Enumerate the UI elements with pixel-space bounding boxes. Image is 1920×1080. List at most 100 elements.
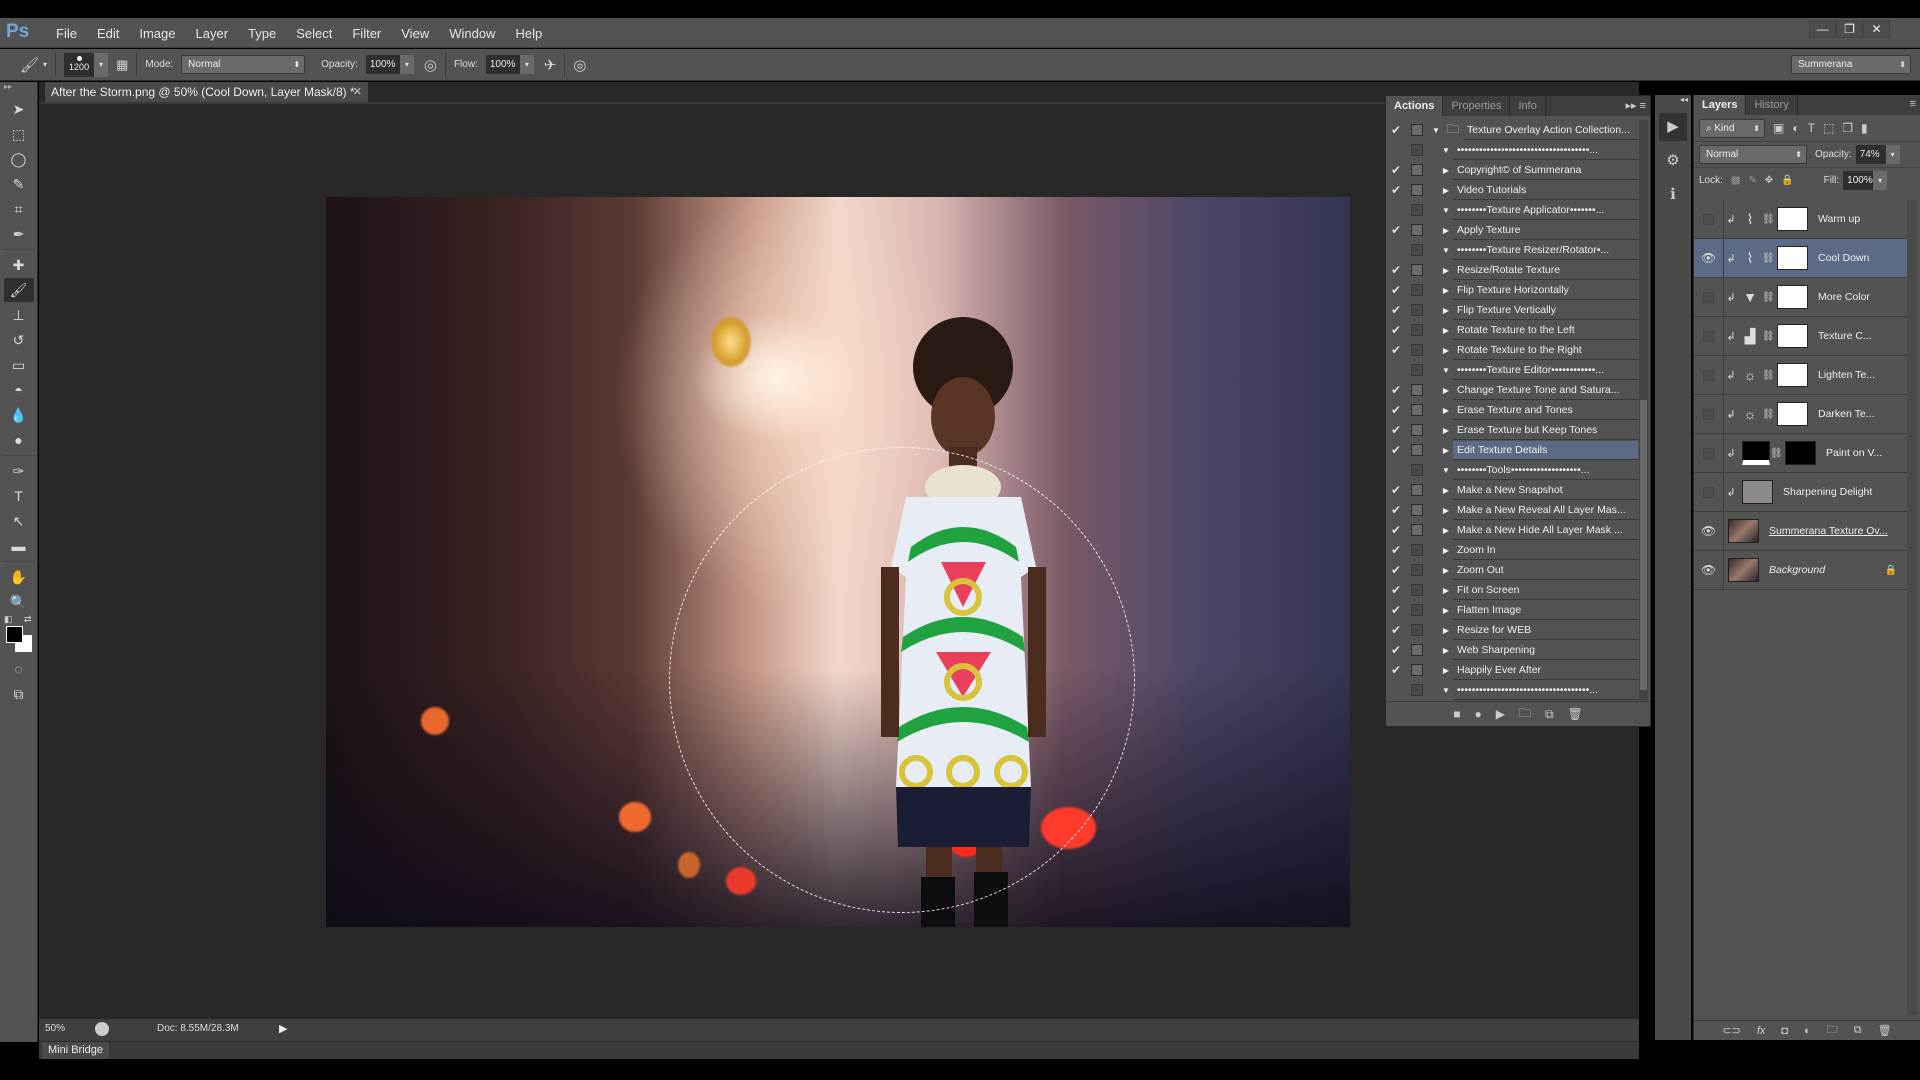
dialog-toggle[interactable] (1411, 364, 1423, 376)
visibility-toggle[interactable] (1694, 200, 1724, 238)
layer-name[interactable]: Summerana Texture Ov... (1769, 525, 1907, 537)
brush-tool-icon[interactable]: 🖌 (3, 278, 34, 302)
dialog-toggle[interactable] (1411, 644, 1423, 656)
link-icon[interactable]: ⛓ (1762, 370, 1775, 381)
fill-arrow[interactable]: ▾ (1873, 171, 1888, 190)
checkmark-icon[interactable]: ✔ (1386, 483, 1406, 497)
visibility-toggle[interactable] (1694, 317, 1724, 355)
menu-file[interactable]: File (46, 26, 87, 41)
action-item[interactable]: ▼ ••••••••Texture Editor••••••••••••... (1386, 360, 1638, 380)
layer-mask-thumbnail[interactable] (1777, 285, 1808, 309)
lock-all-icon[interactable]: 🔒 (1781, 175, 1793, 186)
pixel-filter-icon[interactable]: ▣ (1773, 121, 1784, 135)
menu-select[interactable]: Select (286, 26, 342, 41)
airbrush-icon[interactable]: ✈ (544, 56, 557, 74)
layer-name[interactable]: Background (1769, 564, 1885, 576)
layer-thumbnail[interactable] (1728, 558, 1759, 582)
action-item[interactable]: ✔ ▶ Erase Texture but Keep Tones (1386, 420, 1638, 440)
new-group-icon[interactable]: 🗀 (1827, 1021, 1838, 1040)
layer-opacity-arrow[interactable]: ▾ (1885, 145, 1900, 164)
expanded-triangle-icon[interactable]: ▼ (1439, 686, 1453, 695)
layer-row[interactable]: ↲ ▼ ⛓ More Color (1694, 278, 1907, 317)
action-item[interactable]: ✔ ▶ Happily Ever After (1386, 660, 1638, 680)
link-icon[interactable]: ⛓ (1762, 409, 1775, 420)
action-item[interactable]: ▼ ••••••••Texture Applicator•••••••... (1386, 200, 1638, 220)
panel-menu-icon[interactable]: ≡ (1910, 98, 1916, 110)
expanded-triangle-icon[interactable]: ▼ (1439, 366, 1453, 375)
lock-position-icon[interactable]: ✥ (1765, 175, 1773, 186)
action-item[interactable]: ✔ ▶ Rotate Texture to the Left (1386, 320, 1638, 340)
tab-actions[interactable]: Actions (1386, 96, 1444, 116)
expanded-triangle-icon[interactable]: ▼ (1429, 126, 1443, 135)
lock-transparent-icon[interactable]: ▩ (1731, 175, 1740, 186)
collapsed-triangle-icon[interactable]: ▶ (1439, 266, 1453, 275)
checkmark-icon[interactable]: ✔ (1386, 543, 1406, 557)
action-item[interactable]: ✔ ▶ Make a New Snapshot (1386, 480, 1638, 500)
path-selection-tool-icon[interactable]: ↖ (4, 509, 34, 533)
collapsed-triangle-icon[interactable]: ▶ (1439, 566, 1453, 575)
close-document-icon[interactable]: ✕ (353, 82, 362, 102)
status-menu-arrow-icon[interactable]: ▶ (279, 1022, 287, 1035)
expanded-triangle-icon[interactable]: ▼ (1439, 206, 1453, 215)
visibility-toggle[interactable] (1694, 356, 1724, 394)
checkmark-icon[interactable]: ✔ (1386, 643, 1406, 657)
tab-layers[interactable]: Layers (1694, 95, 1747, 115)
checkmark-icon[interactable]: ✔ (1386, 623, 1406, 637)
add-mask-icon[interactable]: ◘ (1781, 1025, 1788, 1037)
layer-mask-thumbnail[interactable] (1785, 441, 1816, 465)
dialog-toggle[interactable] (1411, 384, 1423, 396)
shape-filter-icon[interactable]: ⬚ (1823, 121, 1834, 135)
tab-properties[interactable]: Properties (1443, 96, 1511, 116)
action-item[interactable]: ✔ ▶ Flip Texture Horizontally (1386, 280, 1638, 300)
panel-menu-icon[interactable]: ▸▸ ≡ (1625, 99, 1646, 112)
collapsed-triangle-icon[interactable]: ▶ (1439, 606, 1453, 615)
minimize-button[interactable]: — (1809, 20, 1836, 38)
checkmark-icon[interactable]: ✔ (1386, 343, 1406, 357)
checkmark-icon[interactable]: ✔ (1386, 303, 1406, 317)
quick-selection-tool-icon[interactable]: ✎ (4, 172, 34, 196)
pressure-opacity-icon[interactable]: ◎ (424, 56, 437, 74)
collapsed-triangle-icon[interactable]: ▶ (1439, 166, 1453, 175)
default-colors-icon[interactable]: ◧ (4, 614, 13, 625)
action-item[interactable]: ▼ ••••••••Tools•••••••••••••••••••... (1386, 460, 1638, 480)
brush-tool-preset-icon[interactable]: 🖌 (20, 56, 39, 74)
dialog-toggle[interactable] (1411, 404, 1423, 416)
dialog-toggle[interactable] (1411, 164, 1423, 176)
action-item[interactable]: ✔ ▶ Zoom In (1386, 540, 1638, 560)
stop-icon[interactable]: ■ (1453, 707, 1460, 721)
checkmark-icon[interactable]: ✔ (1386, 563, 1406, 577)
dialog-toggle[interactable] (1411, 284, 1423, 296)
dialog-toggle[interactable] (1411, 424, 1423, 436)
checkmark-icon[interactable]: ✔ (1386, 523, 1406, 537)
new-layer-icon[interactable]: ⧉ (1854, 1024, 1862, 1037)
checkmark-icon[interactable]: ✔ (1386, 223, 1406, 237)
dialog-toggle[interactable] (1411, 504, 1423, 516)
checkmark-icon[interactable]: ✔ (1386, 283, 1406, 297)
action-item[interactable]: ✔ ▶ Erase Texture and Tones (1386, 400, 1638, 420)
properties-dock-icon[interactable]: ⚙ (1659, 147, 1687, 175)
expanded-triangle-icon[interactable]: ▼ (1439, 466, 1453, 475)
restore-button[interactable]: ❐ (1836, 20, 1863, 38)
play-icon[interactable]: ▶ (1496, 707, 1505, 721)
zoom-tool-icon[interactable]: 🔍 (4, 590, 34, 614)
action-item[interactable]: ✔ ▶ Change Texture Tone and Satura... (1386, 380, 1638, 400)
action-item[interactable]: ✔ ▶ Edit Texture Details (1386, 440, 1638, 460)
collapsed-triangle-icon[interactable]: ▶ (1439, 626, 1453, 635)
rectangle-tool-icon[interactable]: ▬ (4, 534, 34, 558)
dodge-tool-icon[interactable]: ● (4, 428, 34, 452)
checkmark-icon[interactable]: ✔ (1386, 583, 1406, 597)
layer-row[interactable]: ↲ ⌇ ⛓ Warm up (1694, 200, 1907, 239)
brush-picker-arrow[interactable]: ▾ (94, 52, 109, 77)
layer-name[interactable]: Cool Down (1818, 252, 1907, 264)
zoom-level[interactable]: 50% (45, 1023, 65, 1034)
action-item[interactable]: ✔ ▶ Apply Texture (1386, 220, 1638, 240)
collapsed-triangle-icon[interactable]: ▶ (1439, 386, 1453, 395)
actions-dock-play-icon[interactable]: ▶ (1659, 113, 1687, 141)
lasso-tool-icon[interactable]: ◯ (4, 147, 34, 171)
menu-image[interactable]: Image (129, 26, 185, 41)
layer-row[interactable]: ↲ ☼ ⛓ Darken Te... (1694, 395, 1907, 434)
layer-mask-thumbnail[interactable] (1777, 324, 1808, 348)
dialog-toggle[interactable] (1411, 484, 1423, 496)
action-item[interactable]: ✔ ▶ Resize for WEB (1386, 620, 1638, 640)
dialog-toggle[interactable] (1411, 204, 1423, 216)
